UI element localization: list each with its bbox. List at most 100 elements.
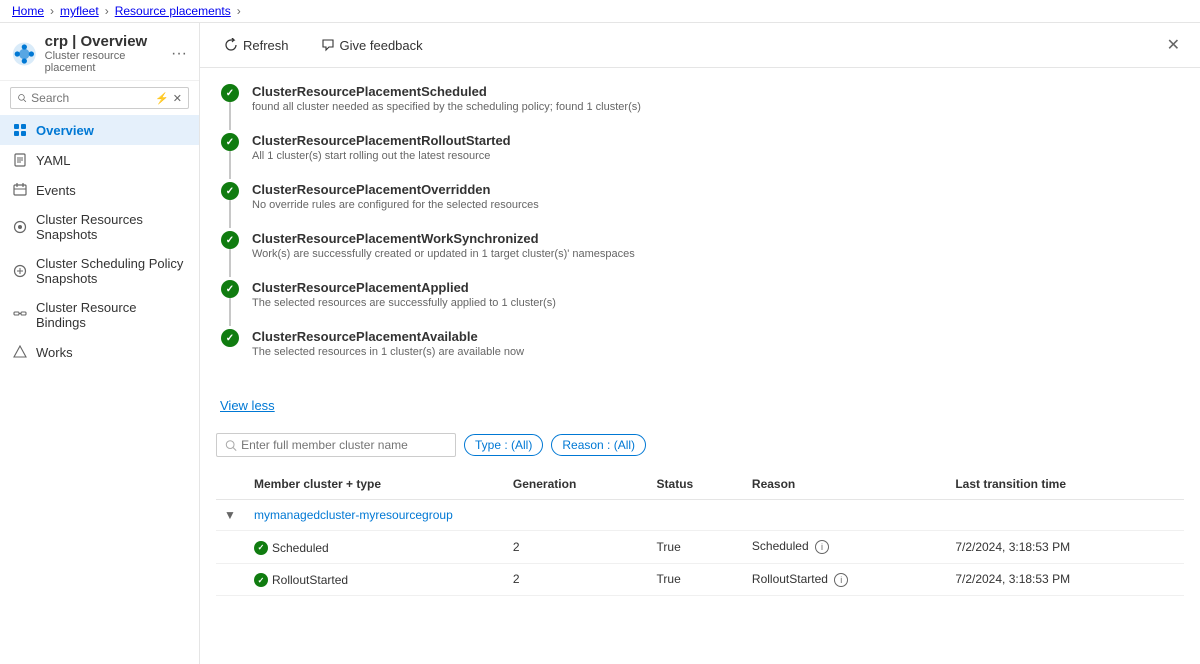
more-options-button[interactable]: ··· (171, 45, 187, 63)
timeline-title-5: ClusterResourcePlacementAvailable (252, 329, 1180, 344)
feedback-icon (321, 38, 335, 52)
group-name-cell: mymanagedcluster-myresourcegroup (246, 500, 1184, 531)
refresh-icon (224, 38, 238, 52)
search-icon (17, 91, 27, 105)
search-input[interactable] (31, 91, 151, 105)
timeline-dot-3 (221, 231, 239, 249)
sidebar-nav: Overview YAML Events Cluster Resources S… (0, 115, 199, 664)
app-logo (12, 40, 37, 68)
row2-transition: 7/2/2024, 3:18:53 PM (947, 563, 1184, 596)
row1-reason: Scheduled (752, 539, 809, 553)
cluster-group-link[interactable]: mymanagedcluster-myresourcegroup (254, 508, 453, 522)
row1-status: True (649, 531, 744, 564)
sidebar-item-cluster-resource-bindings[interactable]: Cluster Resource Bindings (0, 293, 199, 337)
row2-generation: 2 (505, 563, 649, 596)
timeline-item-5: ClusterResourcePlacementAvailable The se… (220, 329, 1180, 378)
sidebar-item-yaml[interactable]: YAML (0, 145, 199, 175)
col-header-transition: Last transition time (947, 469, 1184, 500)
row2-reason-cell: RolloutStarted i (744, 563, 947, 596)
sidebar: crp | Overview Cluster resource placemen… (0, 23, 200, 664)
group-row: ▼ mymanagedcluster-myresourcegroup (216, 500, 1184, 531)
snapshots-icon (12, 219, 28, 235)
timeline-desc-1: All 1 cluster(s) start rolling out the l… (252, 150, 1180, 162)
sidebar-item-works[interactable]: Works (0, 337, 199, 367)
sidebar-item-cluster-resources-snapshots[interactable]: Cluster Resources Snapshots (0, 205, 199, 249)
timeline-desc-2: No override rules are configured for the… (252, 199, 1180, 211)
bindings-label: Cluster Resource Bindings (36, 300, 187, 330)
yaml-icon (12, 152, 28, 168)
cluster-search-input[interactable] (241, 438, 447, 452)
breadcrumb: Home › myfleet › Resource placements › (0, 0, 1200, 23)
breadcrumb-home[interactable]: Home (12, 4, 44, 18)
type-filter-tag[interactable]: Type : (All) (464, 434, 543, 456)
sidebar-subtitle: Cluster resource placement (45, 50, 163, 74)
timeline-desc-4: The selected resources are successfully … (252, 297, 1180, 309)
events-label: Events (36, 183, 76, 198)
col-header-reason: Reason (744, 469, 947, 500)
snapshots-label: Cluster Resources Snapshots (36, 212, 187, 242)
works-icon (12, 344, 28, 360)
breadcrumb-fleet[interactable]: myfleet (60, 4, 99, 18)
sidebar-item-cluster-scheduling-policy-snapshots[interactable]: Cluster Scheduling Policy Snapshots (0, 249, 199, 293)
refresh-button[interactable]: Refresh (216, 34, 297, 57)
timeline-item-4: ClusterResourcePlacementApplied The sele… (220, 280, 1180, 329)
group-expand-cell: ▼ (216, 500, 246, 531)
row1-transition: 7/2/2024, 3:18:53 PM (947, 531, 1184, 564)
sidebar-item-events[interactable]: Events (0, 175, 199, 205)
timeline-dot-4 (221, 280, 239, 298)
timeline-desc-5: The selected resources in 1 cluster(s) a… (252, 346, 1180, 358)
filter-icon: ⚡ (155, 92, 169, 105)
row1-status-dot (254, 541, 268, 555)
row1-reason-cell: Scheduled i (744, 531, 947, 564)
search-box: ⚡ ✕ (0, 81, 199, 115)
clusters-table: Member cluster + type Generation Status … (216, 469, 1184, 596)
table-header: Member cluster + type Generation Status … (216, 469, 1184, 500)
timeline-item-0: ClusterResourcePlacementScheduled found … (220, 84, 1180, 133)
timeline-dot-0 (221, 84, 239, 102)
timeline-dot-1 (221, 133, 239, 151)
clear-icon[interactable]: ✕ (173, 92, 182, 105)
main-content: Refresh Give feedback ✕ ClusterResourceP… (200, 23, 1200, 664)
timeline-title-2: ClusterResourcePlacementOverridden (252, 182, 1180, 197)
search-wrap: ⚡ ✕ (10, 87, 189, 109)
row2-info-icon[interactable]: i (834, 573, 848, 587)
row1-type: Scheduled (272, 541, 329, 555)
table-wrap: Member cluster + type Generation Status … (200, 469, 1200, 596)
timeline-dot-2 (221, 182, 239, 200)
row2-reason: RolloutStarted (752, 572, 828, 586)
row2-type-cell: RolloutStarted (246, 563, 505, 596)
table-row: Scheduled 2 True Scheduled i 7/2/2024, 3… (216, 531, 1184, 564)
overview-label: Overview (36, 123, 94, 138)
row2-type: RolloutStarted (272, 573, 348, 587)
toolbar: Refresh Give feedback ✕ (200, 23, 1200, 68)
breadcrumb-current[interactable]: Resource placements (115, 4, 231, 18)
timeline: ClusterResourcePlacementScheduled found … (200, 68, 1200, 394)
sidebar-item-overview[interactable]: Overview (0, 115, 199, 145)
row1-generation: 2 (505, 531, 649, 564)
view-less-link[interactable]: View less (200, 394, 1200, 425)
close-button[interactable]: ✕ (1163, 31, 1184, 59)
row1-info-icon[interactable]: i (815, 540, 829, 554)
timeline-item-3: ClusterResourcePlacementWorkSynchronized… (220, 231, 1180, 280)
timeline-title-3: ClusterResourcePlacementWorkSynchronized (252, 231, 1180, 246)
row1-type-cell: Scheduled (246, 531, 505, 564)
expand-col-header (216, 469, 246, 500)
table-body: ▼ mymanagedcluster-myresourcegroup Sched (216, 500, 1184, 596)
filter-bar: Type : (All) Reason : (All) (200, 425, 1200, 469)
group-expand-button[interactable]: ▼ (224, 508, 236, 522)
feedback-button[interactable]: Give feedback (313, 34, 431, 57)
policy-icon (12, 263, 28, 279)
sidebar-header: crp | Overview Cluster resource placemen… (0, 23, 199, 81)
col-header-generation: Generation (505, 469, 649, 500)
row2-status-dot (254, 573, 268, 587)
timeline-item-2: ClusterResourcePlacementOverridden No ov… (220, 182, 1180, 231)
reason-filter-tag[interactable]: Reason : (All) (551, 434, 646, 456)
col-header-status: Status (649, 469, 744, 500)
timeline-item-1: ClusterResourcePlacementRolloutStarted A… (220, 133, 1180, 182)
timeline-title-4: ClusterResourcePlacementApplied (252, 280, 1180, 295)
filter-search-wrap (216, 433, 456, 457)
bindings-icon (12, 307, 28, 323)
timeline-title-1: ClusterResourcePlacementRolloutStarted (252, 133, 1180, 148)
timeline-desc-0: found all cluster needed as specified by… (252, 101, 1180, 113)
table-row: RolloutStarted 2 True RolloutStarted i 7… (216, 563, 1184, 596)
